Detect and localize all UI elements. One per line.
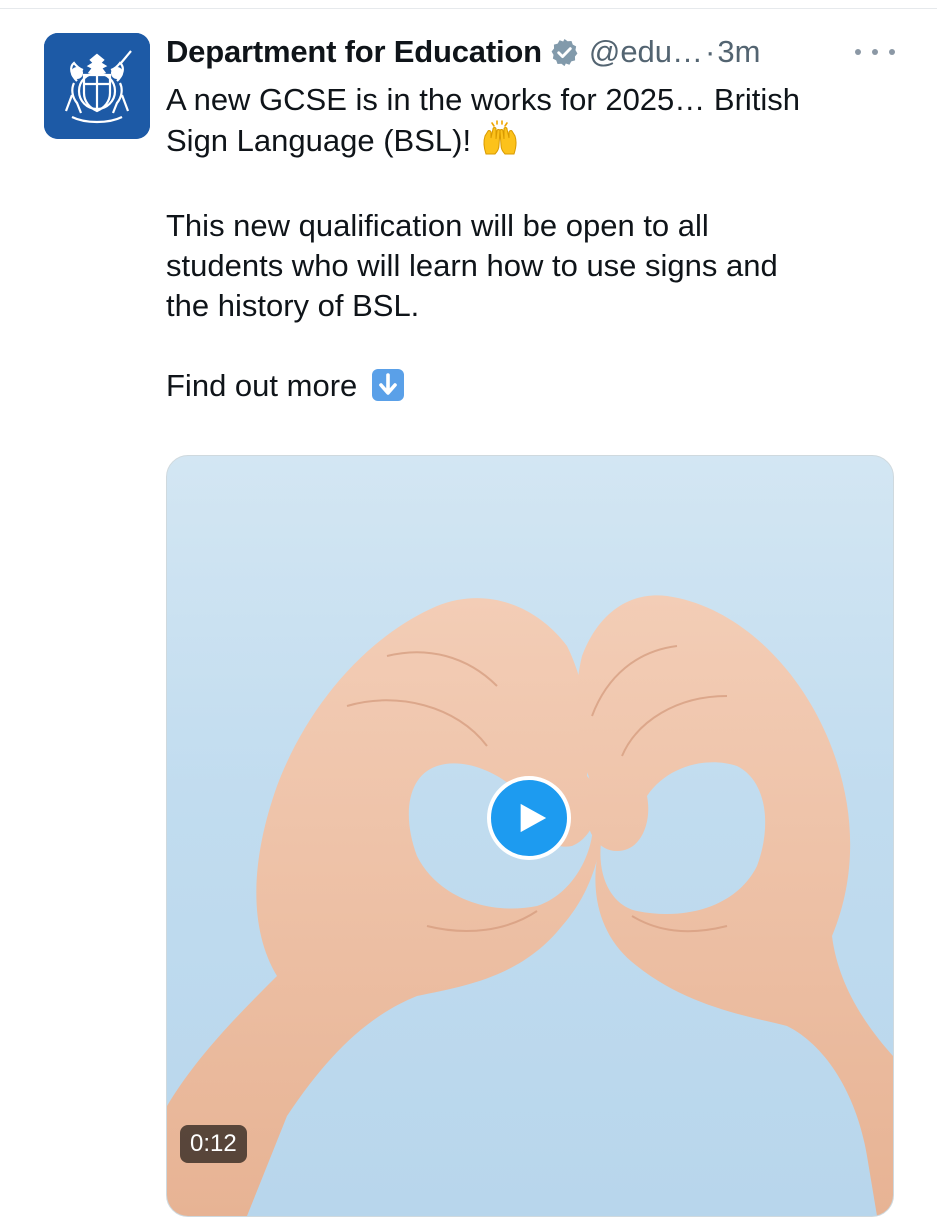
video-duration: 0:12	[180, 1125, 247, 1163]
tweet-line-with-emoji: Find out more	[166, 366, 906, 406]
tweet-header: Department for Education @edu… · 3m	[166, 30, 760, 74]
verified-badge-icon[interactable]	[549, 37, 580, 68]
separator-dot: ·	[705, 34, 716, 69]
tweet-line: Sign Language (BSL)!	[166, 123, 472, 159]
tweet-line-with-emoji: Sign Language (BSL)!	[166, 120, 906, 166]
tweet-line: the history of BSL.	[166, 288, 420, 323]
raising-hands-emoji	[480, 120, 520, 166]
tweet-line: A new GCSE is in the works for 2025… Bri…	[166, 82, 801, 117]
author-handle[interactable]: @edu…	[589, 34, 703, 70]
tweet-text: A new GCSE is in the works for 2025… Bri…	[166, 80, 906, 406]
royal-arms-icon	[44, 33, 150, 139]
author-avatar[interactable]	[44, 33, 150, 139]
author-name[interactable]: Department for Education	[166, 34, 542, 70]
down-arrow-emoji	[371, 369, 404, 401]
more-options-icon[interactable]	[855, 36, 895, 68]
play-icon	[520, 803, 547, 833]
tweet-line: students who will learn how to use signs…	[166, 248, 778, 283]
timestamp[interactable]: 3m	[717, 34, 760, 70]
tweet-line: This new qualification will be open to a…	[166, 208, 709, 243]
play-button[interactable]	[487, 776, 571, 860]
find-out-more-text: Find out more	[166, 368, 358, 403]
top-divider	[0, 0, 937, 9]
